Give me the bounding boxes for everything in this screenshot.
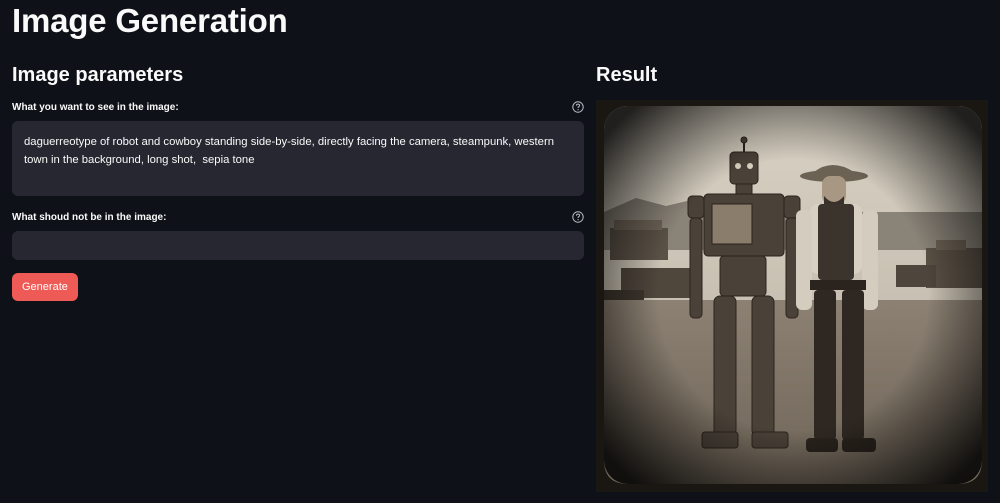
generated-image xyxy=(596,100,988,492)
prompt-field: What you want to see in the image: dague… xyxy=(12,98,584,196)
generate-button[interactable]: Generate xyxy=(12,273,78,301)
negative-prompt-label: What shoud not be in the image: xyxy=(12,211,167,223)
prompt-textarea[interactable]: daguerreotype of robot and cowboy standi… xyxy=(12,121,584,196)
parameters-heading: Image parameters xyxy=(12,64,184,86)
result-heading: Result xyxy=(596,64,658,86)
generated-image-illustration xyxy=(596,100,988,492)
app-root: Image Generation Image parameters What y… xyxy=(0,0,1000,503)
result-column: Result xyxy=(596,60,988,492)
page-title: Image Generation xyxy=(12,2,288,39)
prompt-label-row: What you want to see in the image: xyxy=(12,98,584,116)
negative-prompt-field: What shoud not be in the image: xyxy=(12,208,584,260)
help-icon[interactable] xyxy=(572,101,584,113)
negative-label-row: What shoud not be in the image: xyxy=(12,208,584,226)
negative-prompt-input[interactable] xyxy=(12,231,584,260)
parameters-column: Image parameters What you want to see in… xyxy=(12,60,584,301)
help-icon[interactable] xyxy=(572,211,584,223)
prompt-label: What you want to see in the image: xyxy=(12,101,179,113)
